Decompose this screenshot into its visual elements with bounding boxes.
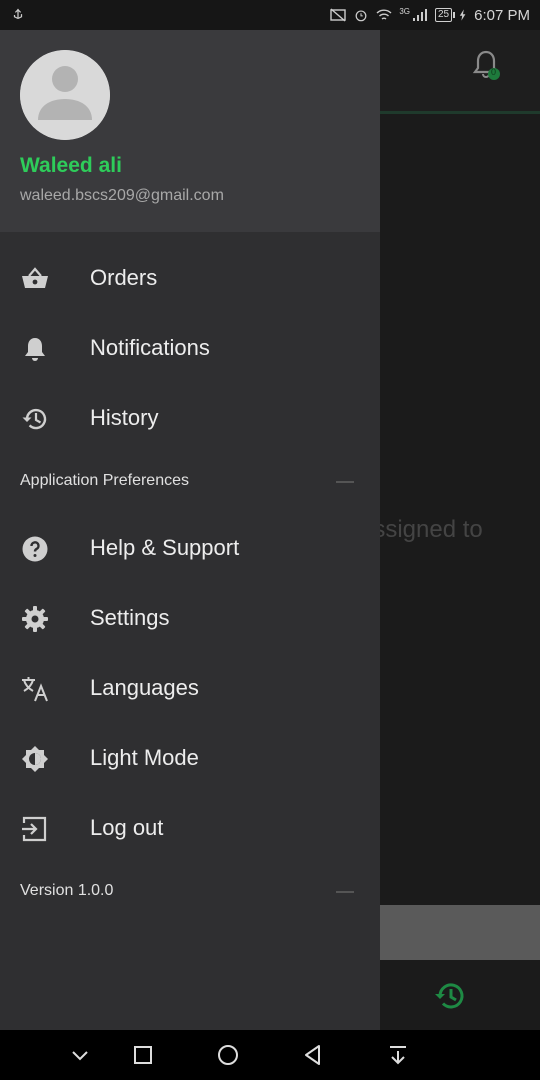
background-bottom-bar (380, 905, 540, 960)
menu-item-log-out[interactable]: Log out (0, 793, 380, 863)
menu-item-light-mode[interactable]: Light Mode (0, 723, 380, 793)
clock: 6:07 PM (474, 6, 530, 24)
chevron-down-icon[interactable] (67, 1042, 93, 1068)
user-placeholder-icon (20, 50, 110, 140)
user-name: Waleed ali (20, 154, 122, 177)
translate-icon (20, 675, 50, 703)
gear-icon (20, 605, 50, 633)
menu-item-label: Log out (90, 815, 164, 840)
notification-bell-icon[interactable]: 0 (470, 48, 502, 84)
avatar[interactable] (20, 50, 110, 140)
alarm-icon (355, 10, 367, 22)
history-icon (20, 405, 50, 433)
history-tab-icon[interactable] (432, 978, 468, 1014)
signal-icon (413, 9, 427, 21)
menu-item-history[interactable]: History (0, 383, 380, 453)
version-divider (336, 891, 354, 893)
menu-item-help-support[interactable]: Help & Support (0, 513, 380, 583)
logout-icon (20, 815, 50, 843)
recents-button[interactable] (130, 1042, 156, 1068)
menu-item-label: Orders (90, 265, 158, 290)
usb-icon (13, 8, 23, 20)
menu-item-label: Notifications (90, 335, 210, 360)
menu-item-languages[interactable]: Languages (0, 653, 380, 723)
menu-item-label: Settings (90, 605, 170, 630)
bell-icon (20, 335, 50, 363)
status-bar: 3G 25 6:07 PM (0, 0, 540, 30)
battery-indicator: 25 (435, 8, 456, 22)
back-button[interactable] (300, 1042, 326, 1068)
menu-item-label: Languages (90, 675, 199, 700)
notification-pull-icon[interactable] (385, 1042, 411, 1068)
section-title-preferences: Application Preferences (20, 472, 189, 489)
menu-item-orders[interactable]: Orders (0, 243, 380, 313)
menu-item-label: Help & Support (90, 535, 240, 560)
basket-icon (20, 265, 50, 293)
user-email: waleed.bscs209@gmail.com (20, 187, 224, 204)
background-message: assigned to (380, 516, 483, 543)
notification-count: 0 (491, 67, 497, 77)
wifi-icon (376, 9, 392, 20)
menu-item-label: Light Mode (90, 745, 199, 770)
menu-item-notifications[interactable]: Notifications (0, 313, 380, 383)
charging-icon (459, 9, 466, 21)
brightness-icon (20, 745, 50, 773)
menu-item-label: History (90, 405, 159, 430)
navigation-drawer: Waleed ali waleed.bscs209@gmail.com Orde… (0, 30, 380, 1030)
system-navigation-bar (0, 1030, 540, 1080)
section-collapse-toggle[interactable] (336, 481, 354, 483)
menu-item-settings[interactable]: Settings (0, 583, 380, 653)
app-version: Version 1.0.0 (20, 882, 114, 899)
no-sim-icon (330, 8, 347, 22)
home-button[interactable] (215, 1042, 241, 1068)
drawer-header: Waleed ali waleed.bscs209@gmail.com (0, 30, 380, 232)
help-icon (20, 535, 50, 563)
network-type: 3G (399, 6, 410, 16)
